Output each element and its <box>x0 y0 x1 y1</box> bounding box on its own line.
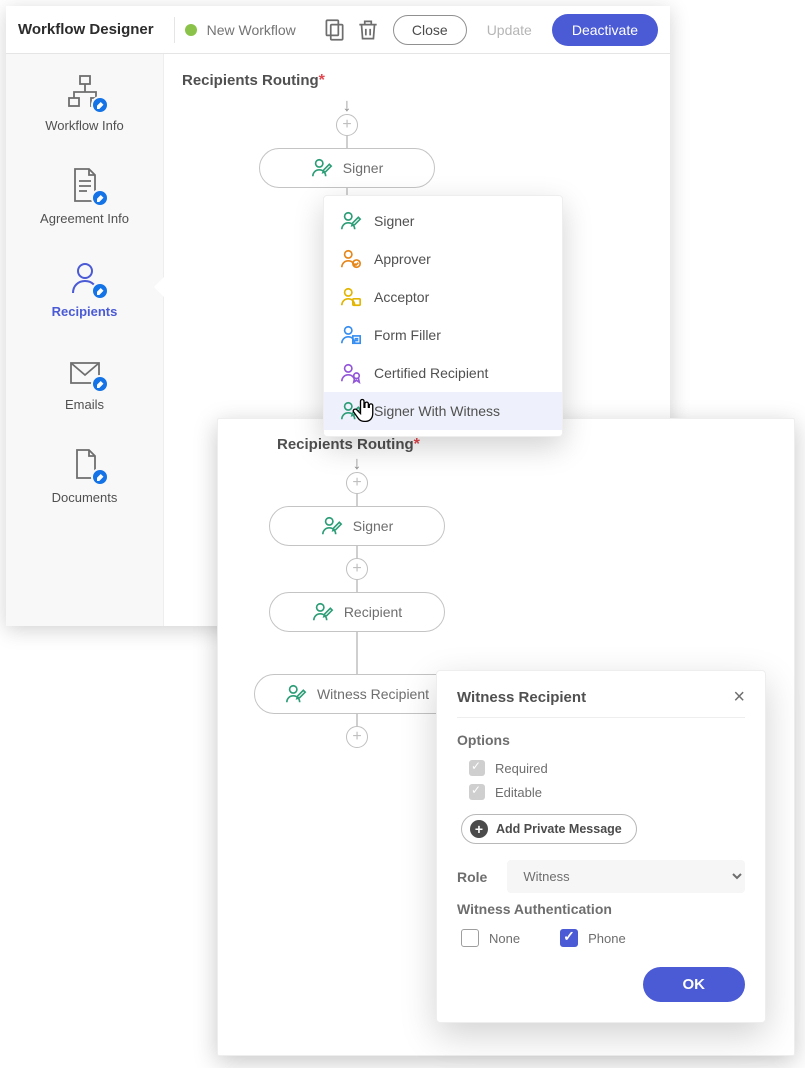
auth-phone-checkbox[interactable] <box>560 929 578 947</box>
dd-item-approver[interactable]: Approver <box>324 240 562 278</box>
properties-panel: Witness Recipient × Options Required Edi… <box>436 670 766 1023</box>
app-title: Workflow Designer <box>18 21 154 38</box>
auth-phone-label: Phone <box>588 931 626 946</box>
sidebar-item-label: Recipients <box>12 304 157 319</box>
editable-label: Editable <box>495 785 542 800</box>
sidebar-item-label: Documents <box>12 490 157 505</box>
recipient-node-witness[interactable]: Witness Recipient <box>254 674 460 714</box>
sidebar-item-documents[interactable]: Documents <box>6 426 163 519</box>
add-node-button[interactable]: + <box>346 472 368 494</box>
plus-icon: + <box>470 820 488 838</box>
recipient-label: Witness Recipient <box>317 686 429 702</box>
required-checkbox[interactable] <box>469 760 485 776</box>
connector <box>356 494 358 506</box>
section-title: Recipients Routing <box>277 436 414 453</box>
recipient-node-recipient[interactable]: Recipient <box>269 592 445 632</box>
dd-label: Acceptor <box>374 289 429 305</box>
connector <box>356 580 358 592</box>
recipient-label: Recipient <box>344 604 402 620</box>
edit-badge-icon <box>91 282 109 300</box>
separator <box>174 17 175 43</box>
close-button[interactable]: Close <box>393 15 467 45</box>
recipient-label: Signer <box>343 160 383 176</box>
arrow-down-icon: ↓ <box>353 454 362 472</box>
recipients-icon <box>65 258 105 298</box>
recipient-label: Signer <box>353 518 393 534</box>
recipient-node-signer[interactable]: Signer <box>269 506 445 546</box>
dd-item-certified[interactable]: Certified Recipient <box>324 354 562 392</box>
dd-label: Form Filler <box>374 327 441 343</box>
add-private-message-button[interactable]: + Add Private Message <box>461 814 637 844</box>
edit-badge-icon <box>91 375 109 393</box>
dd-label: Approver <box>374 251 431 267</box>
dd-label: Signer With Witness <box>374 403 500 419</box>
properties-title: Witness Recipient <box>457 689 586 706</box>
sidebar-item-recipients[interactable]: Recipients <box>6 240 163 333</box>
connector <box>356 546 358 558</box>
recipient-node-signer[interactable]: Signer <box>259 148 435 188</box>
status-dot-icon <box>185 24 197 36</box>
edit-badge-icon <box>91 468 109 486</box>
cursor-hand-icon <box>350 396 378 424</box>
auth-none-label: None <box>489 931 520 946</box>
sidebar-item-emails[interactable]: Emails <box>6 333 163 426</box>
required-label: Required <box>495 761 548 776</box>
deactivate-button[interactable]: Deactivate <box>552 14 658 46</box>
dd-item-acceptor[interactable]: Acceptor <box>324 278 562 316</box>
copy-icon[interactable] <box>321 17 347 43</box>
add-node-button[interactable]: + <box>346 558 368 580</box>
trash-icon[interactable] <box>355 17 381 43</box>
status-text: New Workflow <box>207 22 296 38</box>
ok-button[interactable]: OK <box>643 967 746 1002</box>
dd-item-form-filler[interactable]: Form Filler <box>324 316 562 354</box>
add-private-label: Add Private Message <box>496 822 622 836</box>
add-node-button[interactable]: + <box>336 114 358 136</box>
top-bar: Workflow Designer New Workflow Close Upd… <box>6 6 670 54</box>
role-select[interactable]: Witness <box>507 860 745 893</box>
auth-none-checkbox[interactable] <box>461 929 479 947</box>
close-icon[interactable]: × <box>733 687 745 707</box>
dd-label: Signer <box>374 213 414 229</box>
options-heading: Options <box>457 732 745 748</box>
section-title: Recipients Routing <box>182 72 319 89</box>
sidebar-item-label: Emails <box>12 397 157 412</box>
documents-icon <box>65 444 105 484</box>
role-label: Role <box>457 869 487 885</box>
auth-heading: Witness Authentication <box>457 901 745 917</box>
editable-checkbox[interactable] <box>469 784 485 800</box>
dd-item-signer[interactable]: Signer <box>324 202 562 240</box>
required-star-icon: * <box>319 72 325 89</box>
connector <box>356 632 358 674</box>
connector <box>356 714 358 726</box>
required-star-icon: * <box>414 436 420 453</box>
connector <box>346 136 348 148</box>
arrow-down-icon: ↓ <box>343 96 352 114</box>
add-node-button[interactable]: + <box>346 726 368 748</box>
emails-icon <box>65 351 105 391</box>
update-button[interactable]: Update <box>481 21 538 39</box>
dd-label: Certified Recipient <box>374 365 488 381</box>
